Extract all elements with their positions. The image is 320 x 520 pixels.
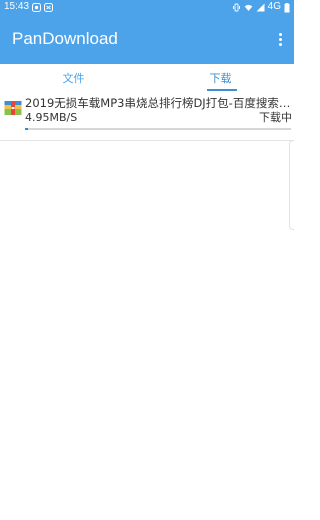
- more-vert-icon[interactable]: [274, 28, 286, 50]
- download-status: 下载中: [259, 111, 292, 124]
- signal-icon: [256, 3, 265, 12]
- status-bar-right: 4G: [232, 0, 290, 14]
- status-bar: 15:43 4G: [0, 0, 294, 14]
- status-bar-left: 15:43: [4, 0, 54, 14]
- wifi-icon: [244, 3, 253, 12]
- app-title: PanDownload: [12, 29, 118, 48]
- download-list: 2019无损车载MP3串烧总排行榜DJ打包-百度搜索… 4.95MB/S 下载中: [0, 92, 294, 141]
- tab-downloads[interactable]: 下载: [147, 64, 294, 92]
- screen: 15:43 4G PanDownload 文件 下载 2019无损车载MP3串烧…: [0, 0, 294, 520]
- download-progress-bar: [25, 128, 291, 130]
- archive-file-icon: [4, 100, 22, 116]
- tab-files[interactable]: 文件: [0, 64, 147, 92]
- status-time: 15:43: [4, 1, 30, 12]
- edge-swipe-handle[interactable]: [289, 140, 294, 230]
- vibrate-icon: [232, 3, 241, 12]
- network-type: 4G: [267, 1, 281, 12]
- tab-bar: 文件 下载: [0, 64, 294, 92]
- app-bar: PanDownload: [0, 14, 294, 64]
- app-notification-icon: [32, 2, 42, 12]
- download-item[interactable]: 2019无损车载MP3串烧总排行榜DJ打包-百度搜索… 4.95MB/S 下载中: [0, 92, 294, 138]
- battery-icon: [284, 2, 290, 12]
- download-progress-fill: [25, 128, 28, 130]
- tab-indicator: [207, 89, 237, 91]
- download-speed: 4.95MB/S: [25, 111, 78, 124]
- app-notification-icon-2: [44, 2, 54, 12]
- download-name: 2019无损车载MP3串烧总排行榜DJ打包-百度搜索…: [25, 96, 291, 110]
